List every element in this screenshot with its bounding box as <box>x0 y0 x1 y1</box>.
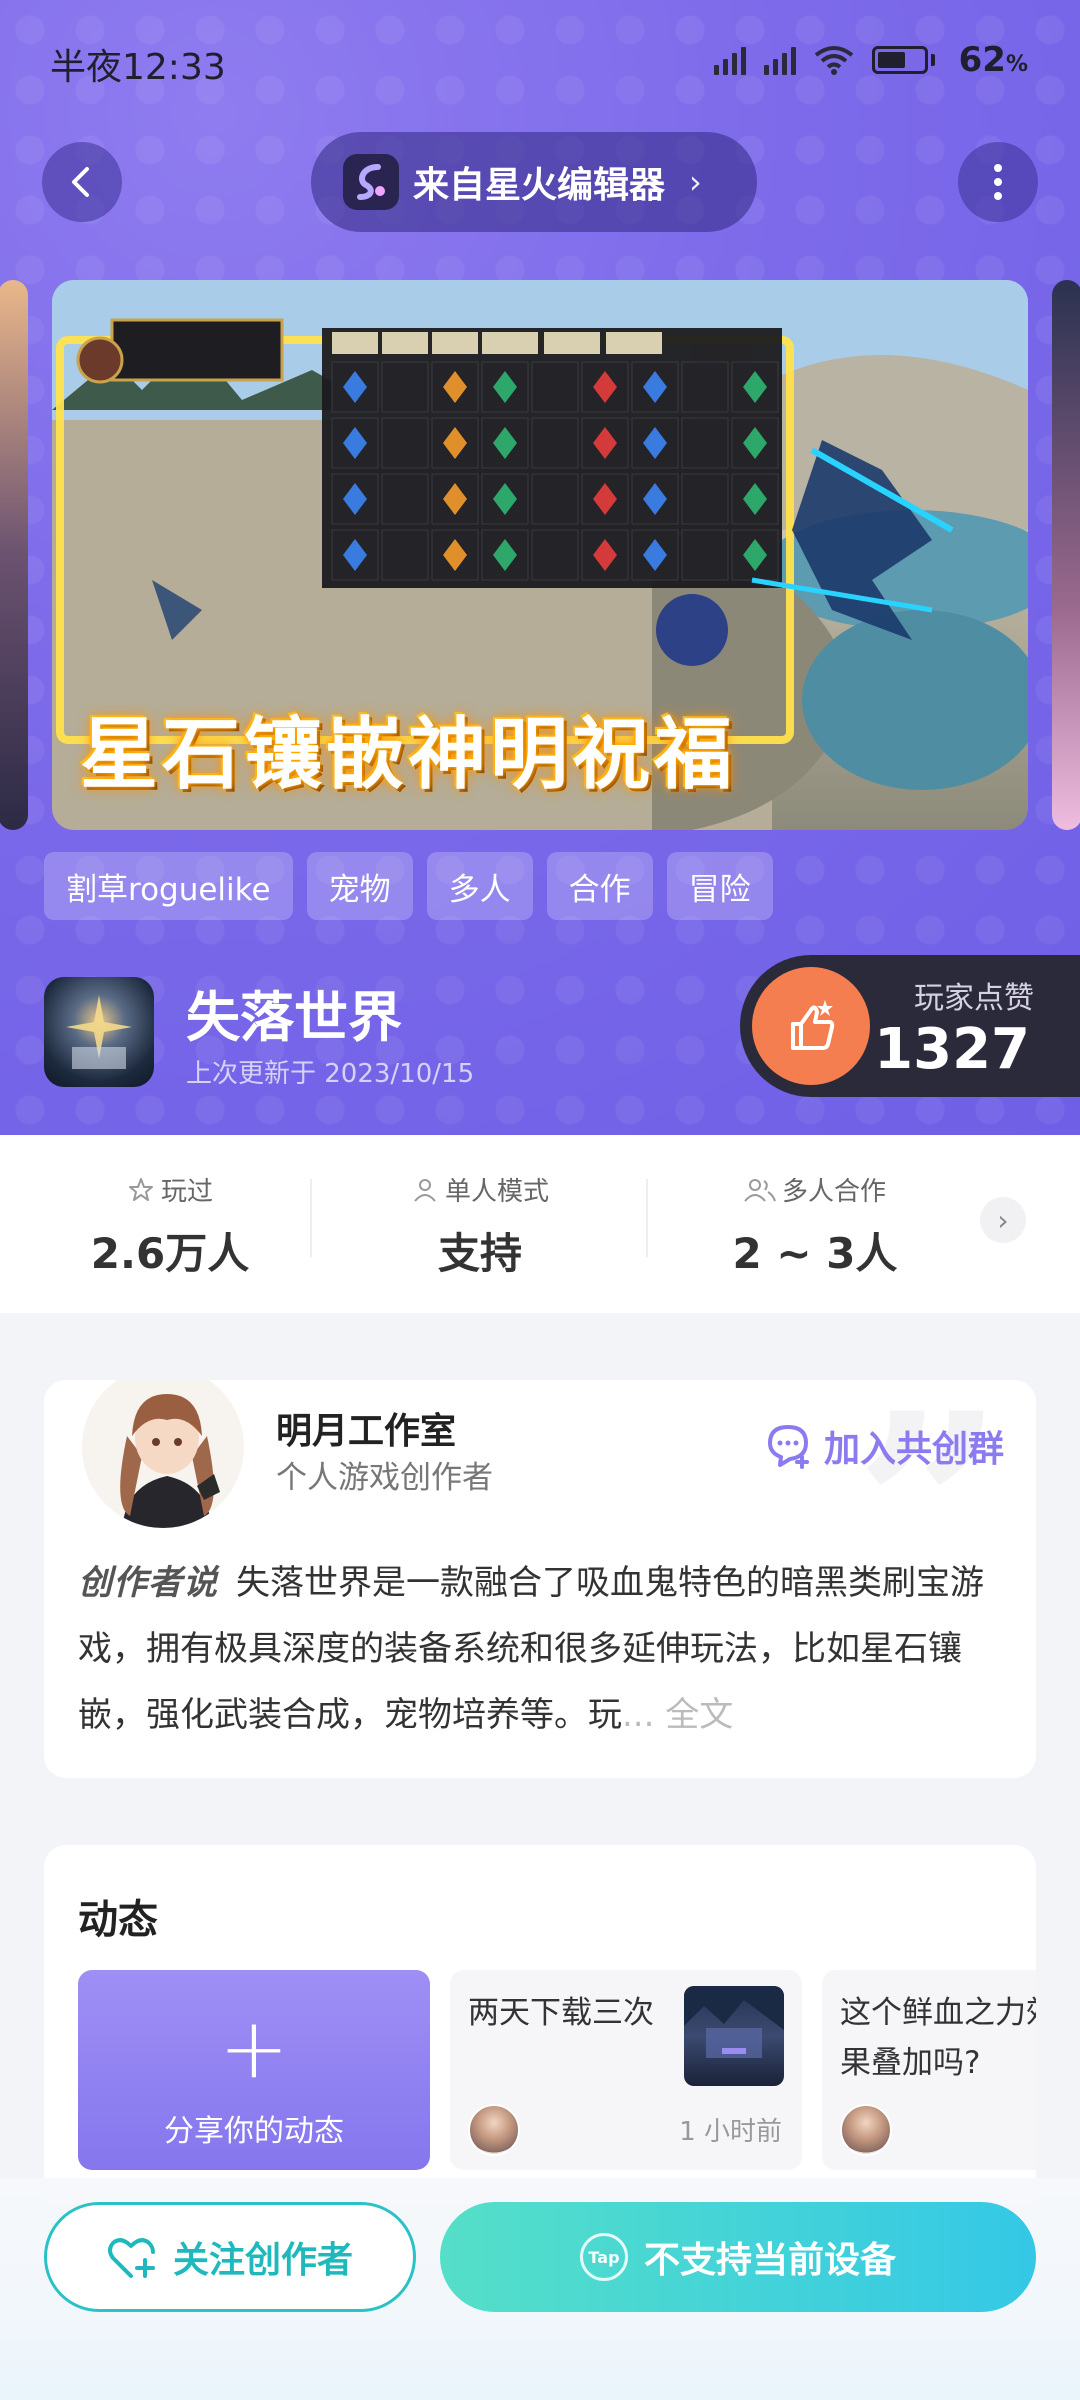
share-label: 分享你的动态 <box>164 2114 344 2149</box>
likes-label: 玩家点赞 <box>914 981 1034 1016</box>
post-text: 这个鲜血之力效果叠加吗? <box>840 1995 1036 2081</box>
carousel-next-slide[interactable] <box>1052 280 1080 830</box>
battery-icon <box>871 46 935 74</box>
tag-chip[interactable]: 冒险 <box>666 852 773 920</box>
divider <box>310 1179 312 1257</box>
post-thumbnail <box>684 1986 784 2086</box>
join-group-label: 加入共创群 <box>823 1429 1004 1470</box>
top-bar: 来自星火编辑器 › <box>0 132 1080 232</box>
stat-label: 玩过 <box>160 1177 213 1207</box>
wifi-icon <box>814 45 854 75</box>
stat-multiplayer: 多人合作 2 ~ 3人 <box>660 1171 970 1281</box>
like-button[interactable] <box>752 967 870 1085</box>
creator-role: 个人游戏创作者 <box>276 1460 493 1496</box>
taptap-logo-icon: Tap <box>579 2233 628 2281</box>
user-avatar[interactable] <box>840 2104 892 2156</box>
game-app-icon <box>44 977 154 1087</box>
stat-single-player: 单人模式 支持 <box>325 1171 635 1281</box>
source-editor-button[interactable]: 来自星火编辑器 › <box>311 132 757 232</box>
divider <box>646 1179 648 1257</box>
genre-tags: 割草roguelike 宠物 多人 合作 冒险 <box>44 852 773 920</box>
banner-title: 星石镶嵌神明祝福 <box>80 710 737 800</box>
chevron-right-icon[interactable]: › <box>980 1197 1026 1243</box>
player-likes-panel: 玩家点赞 1327 <box>740 955 1080 1097</box>
plus-icon: + <box>218 1999 290 2097</box>
creator-says-label: 创作者说 <box>78 1563 218 1603</box>
people-icon <box>744 1178 776 1202</box>
tag-chip[interactable]: 割草roguelike <box>44 852 293 920</box>
stat-label: 单人模式 <box>444 1177 549 1207</box>
thumbs-up-icon <box>791 1000 835 1050</box>
stat-label: 多人合作 <box>781 1177 886 1207</box>
chevron-left-icon <box>72 167 89 197</box>
source-editor-label: 来自星火编辑器 <box>413 165 666 206</box>
more-options-button[interactable] <box>958 142 1038 222</box>
star-outline-icon <box>128 1177 153 1201</box>
game-title: 失落世界 <box>186 986 402 1049</box>
game-info-row: 失落世界 上次更新于 2023/10/15 玩家点赞 1327 <box>0 955 1080 1097</box>
post-card[interactable]: 两天下载三次 1 小时前 <box>450 1970 802 2170</box>
person-icon <box>414 1178 436 1202</box>
stat-value: 支持 <box>437 1229 522 1278</box>
stat-value: 2 ~ 3人 <box>732 1229 898 1278</box>
tag-chip[interactable]: 宠物 <box>306 852 413 920</box>
last-updated-text: 上次更新于 2023/10/15 <box>186 1059 475 1089</box>
battery-percent: 62% <box>958 40 1028 80</box>
likes-count: 1327 <box>874 1017 1030 1082</box>
read-more-link[interactable]: ... 全文 <box>622 1695 733 1735</box>
dynamics-section: 动态 + 分享你的动态 两天下载三次 1 小时前 这个鲜血之力效果叠加吗? <box>44 1845 1036 2205</box>
more-vertical-icon <box>994 164 1002 200</box>
creator-card: ” 明月工作室 个人游戏创作者 加入共创群 创作者说 失落世界是一款融合了吸血鬼特… <box>44 1380 1036 1778</box>
back-button[interactable] <box>42 142 122 222</box>
post-text: 两天下载三次 <box>468 1995 654 2031</box>
carousel-current-slide[interactable]: 星石镶嵌神明祝福 <box>52 280 1028 830</box>
carousel-prev-slide[interactable] <box>0 280 28 830</box>
cell-signal-icon <box>713 45 746 75</box>
creator-description[interactable]: 创作者说 失落世界是一款融合了吸血鬼特色的暗黑类刷宝游戏，拥有极具深度的装备系统和… <box>78 1550 1002 1748</box>
chevron-right-icon: › <box>689 163 702 201</box>
status-time: 半夜12:33 <box>50 47 226 88</box>
follow-creator-button[interactable]: 关注创作者 <box>44 2202 416 2312</box>
spark-editor-logo-icon <box>343 154 399 210</box>
heart-add-icon <box>107 2238 155 2278</box>
bottom-action-bar: 关注创作者 Tap 不支持当前设备 <box>0 2178 1080 2400</box>
join-co-creation-group-button[interactable]: 加入共创群 <box>766 1420 1004 1472</box>
user-avatar[interactable] <box>468 2104 520 2156</box>
cell-signal-2-icon <box>763 45 796 75</box>
creator-name[interactable]: 明月工作室 <box>276 1402 456 1454</box>
status-bar: 半夜12:33 62% <box>0 0 1080 120</box>
creator-avatar[interactable] <box>78 1380 248 1532</box>
share-post-button[interactable]: + 分享你的动态 <box>78 1970 430 2170</box>
game-stats-row[interactable]: 玩过 2.6万人 单人模式 支持 多人合作 2 ~ 3人 › <box>0 1135 1080 1313</box>
screenshot-carousel[interactable]: 星石镶嵌神明祝福 <box>0 280 1080 830</box>
post-time: 1 小时前 <box>679 2117 782 2147</box>
stat-value: 2.6万人 <box>90 1229 250 1278</box>
post-card[interactable]: 这个鲜血之力效果叠加吗? <box>822 1970 1036 2170</box>
section-title: 动态 <box>78 1897 158 1943</box>
tag-chip[interactable]: 合作 <box>546 852 653 920</box>
chat-add-icon <box>767 1425 809 1469</box>
game-hero: 半夜12:33 62% 来自星火编辑器 › 星石镶嵌神明祝福 割草rogueli… <box>0 0 1080 1135</box>
device-unsupported-button[interactable]: Tap 不支持当前设备 <box>440 2202 1036 2312</box>
stat-played: 玩过 2.6万人 <box>15 1171 325 1281</box>
device-status-label: 不支持当前设备 <box>643 2240 896 2281</box>
status-icons: 62% <box>713 40 1028 80</box>
follow-label: 关注创作者 <box>172 2240 353 2281</box>
tag-chip[interactable]: 多人 <box>426 852 533 920</box>
